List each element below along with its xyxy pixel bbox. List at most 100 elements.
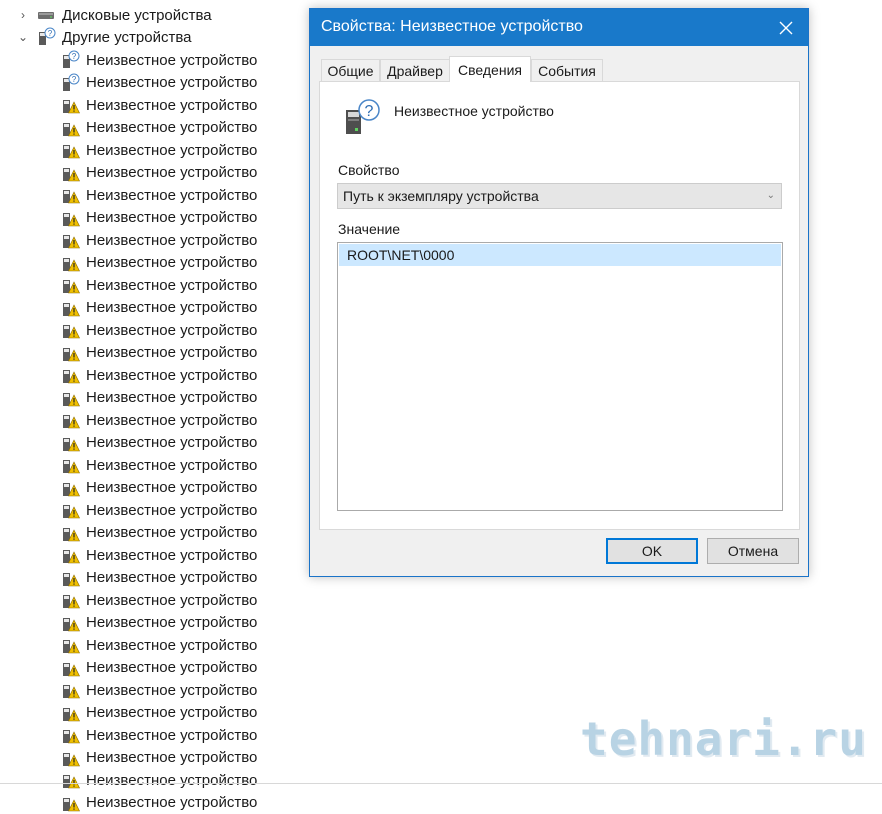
unknown-device-warning-icon: [63, 190, 80, 204]
unknown-device-warning-icon: [63, 100, 80, 114]
tree-device-label: Неизвестное устройство: [86, 501, 258, 519]
tree-device-label: Неизвестное устройство: [86, 771, 258, 789]
tree-device-label: Неизвестное устройство: [86, 726, 258, 744]
unknown-device-icon: ?: [346, 99, 380, 134]
tree-device-label: Неизвестное устройство: [86, 546, 258, 564]
tree-device-label: Неизвестное устройство: [86, 51, 258, 69]
tree-device-label: Неизвестное устройство: [86, 164, 258, 181]
unknown-device-warning-icon: [63, 685, 80, 699]
tree-device-label: Неизвестное устройство: [86, 681, 258, 699]
unknown-device-warning-icon: [63, 280, 80, 294]
tab-events[interactable]: События: [531, 59, 603, 81]
unknown-device-warning-icon: [63, 797, 80, 811]
tree-device-label: Неизвестное устройство: [86, 456, 258, 474]
tree-device-label: Неизвестное устройство: [86, 479, 258, 496]
tree-device-label: Неизвестное устройство: [86, 321, 258, 339]
tree-category-label: Другие устройства: [62, 28, 192, 46]
unknown-device-warning-icon: [63, 617, 80, 631]
svg-text:?: ?: [72, 52, 77, 61]
ok-button[interactable]: OK: [606, 538, 698, 564]
unknown-device-warning-icon: [63, 325, 80, 339]
tree-device-label: Неизвестное устройство: [86, 659, 258, 676]
tree-device-label: Неизвестное устройство: [86, 209, 258, 226]
unknown-device-warning-icon: [63, 437, 80, 451]
unknown-device-warning-icon: [63, 550, 80, 564]
unknown-device-warning-icon: [63, 392, 80, 406]
tree-device-label: Неизвестное устройство: [86, 74, 258, 91]
tree-device-label: Неизвестное устройство: [86, 366, 258, 384]
property-select[interactable]: Путь к экземпляру устройства ⌄: [337, 183, 782, 209]
svg-text:?: ?: [365, 103, 374, 120]
unknown-device-warning-icon: [63, 415, 80, 429]
tree-device-label: Неизвестное устройство: [86, 119, 258, 136]
unknown-device-warning-icon: [63, 347, 80, 361]
tree-device-label: Неизвестное устройство: [86, 794, 258, 811]
unknown-device-warning-icon: [63, 595, 80, 609]
unknown-device-warning-icon: [63, 505, 80, 519]
close-icon: [779, 21, 793, 34]
unknown-device-warning-icon: [63, 212, 80, 226]
value-label: Значение: [338, 221, 401, 237]
watermark-logo: tehnari.ru: [580, 712, 867, 766]
unknown-device-warning-icon: [63, 302, 80, 316]
device-name: Неизвестное устройство: [394, 103, 554, 119]
value-list[interactable]: ROOT\NET\0000: [337, 242, 783, 511]
property-label: Свойство: [338, 162, 400, 178]
unknown-device-warning-icon: [63, 572, 80, 586]
tree-device-label: Неизвестное устройство: [86, 614, 258, 631]
unknown-device-warning-icon: [63, 370, 80, 384]
properties-dialog: Свойства: Неизвестное устройство Общие Д…: [309, 8, 809, 577]
unknown-device-icon: ?: [63, 50, 80, 68]
tree-category-label: Дисковые устройства: [62, 6, 212, 24]
unknown-device-icon: ?: [39, 27, 56, 45]
tree-device-label: Неизвестное устройство: [86, 254, 258, 271]
unknown-device-warning-icon: [63, 460, 80, 474]
unknown-device-warning-icon: [63, 640, 80, 654]
dialog-title: Свойства: Неизвестное устройство: [321, 18, 583, 35]
property-select-value: Путь к экземпляру устройства: [343, 188, 539, 204]
unknown-device-warning-icon: [63, 145, 80, 159]
tree-device-label: Неизвестное устройство: [86, 186, 258, 204]
svg-text:?: ?: [72, 75, 77, 84]
tab-driver[interactable]: Драйвер: [380, 59, 450, 81]
chevron-down-icon: ⌄: [766, 190, 775, 201]
details-panel: ? Неизвестное устройство Свойство Путь к…: [319, 81, 800, 530]
unknown-device-warning-icon: [63, 707, 80, 721]
tab-general[interactable]: Общие: [321, 59, 380, 81]
unknown-device-warning-icon: [63, 662, 80, 676]
tree-device-label: Неизвестное устройство: [86, 749, 258, 766]
unknown-device-warning-icon: [63, 167, 80, 181]
chevron-right-icon[interactable]: ›: [16, 8, 30, 22]
unknown-device-warning-icon: [63, 122, 80, 136]
tree-device-label: Неизвестное устройство: [86, 524, 258, 541]
tree-device-label: Неизвестное устройство: [86, 141, 258, 159]
unknown-device-warning-icon: [63, 775, 80, 789]
tree-device-label: Неизвестное устройство: [86, 704, 258, 721]
close-button[interactable]: [764, 9, 808, 46]
tree-device-label: Неизвестное устройство: [86, 96, 258, 114]
tree-device-label: Неизвестное устройство: [86, 276, 258, 294]
divider: [0, 783, 882, 784]
tree-device-label: Неизвестное устройство: [86, 299, 258, 316]
svg-text:?: ?: [48, 29, 53, 38]
tree-device-label: Неизвестное устройство: [86, 636, 258, 654]
cancel-button[interactable]: Отмена: [707, 538, 799, 564]
list-item-text: ROOT\NET\0000: [347, 247, 455, 263]
device-tree: › Дисковые устройства ⌄ ? Другие устройс…: [0, 0, 882, 811]
tree-device-label: Неизвестное устройство: [86, 411, 258, 429]
unknown-device-warning-icon: [63, 235, 80, 249]
unknown-device-warning-icon: [63, 482, 80, 496]
tree-device-label: Неизвестное устройство: [86, 231, 258, 249]
chevron-down-icon[interactable]: ⌄: [16, 30, 30, 44]
tree-device-label: Неизвестное устройство: [86, 569, 258, 586]
unknown-device-warning-icon: [63, 730, 80, 744]
list-item[interactable]: ROOT\NET\0000: [339, 244, 781, 266]
tree-device-label: Неизвестное устройство: [86, 434, 258, 451]
tab-details[interactable]: Сведения: [449, 56, 531, 82]
disk-drive-icon: [38, 12, 54, 19]
tree-device-label: Неизвестное устройство: [86, 344, 258, 361]
unknown-device-warning-icon: [63, 527, 80, 541]
unknown-device-warning-icon: [63, 752, 80, 766]
dialog-titlebar[interactable]: Свойства: Неизвестное устройство: [310, 9, 808, 46]
tree-device-label: Неизвестное устройство: [86, 389, 258, 406]
